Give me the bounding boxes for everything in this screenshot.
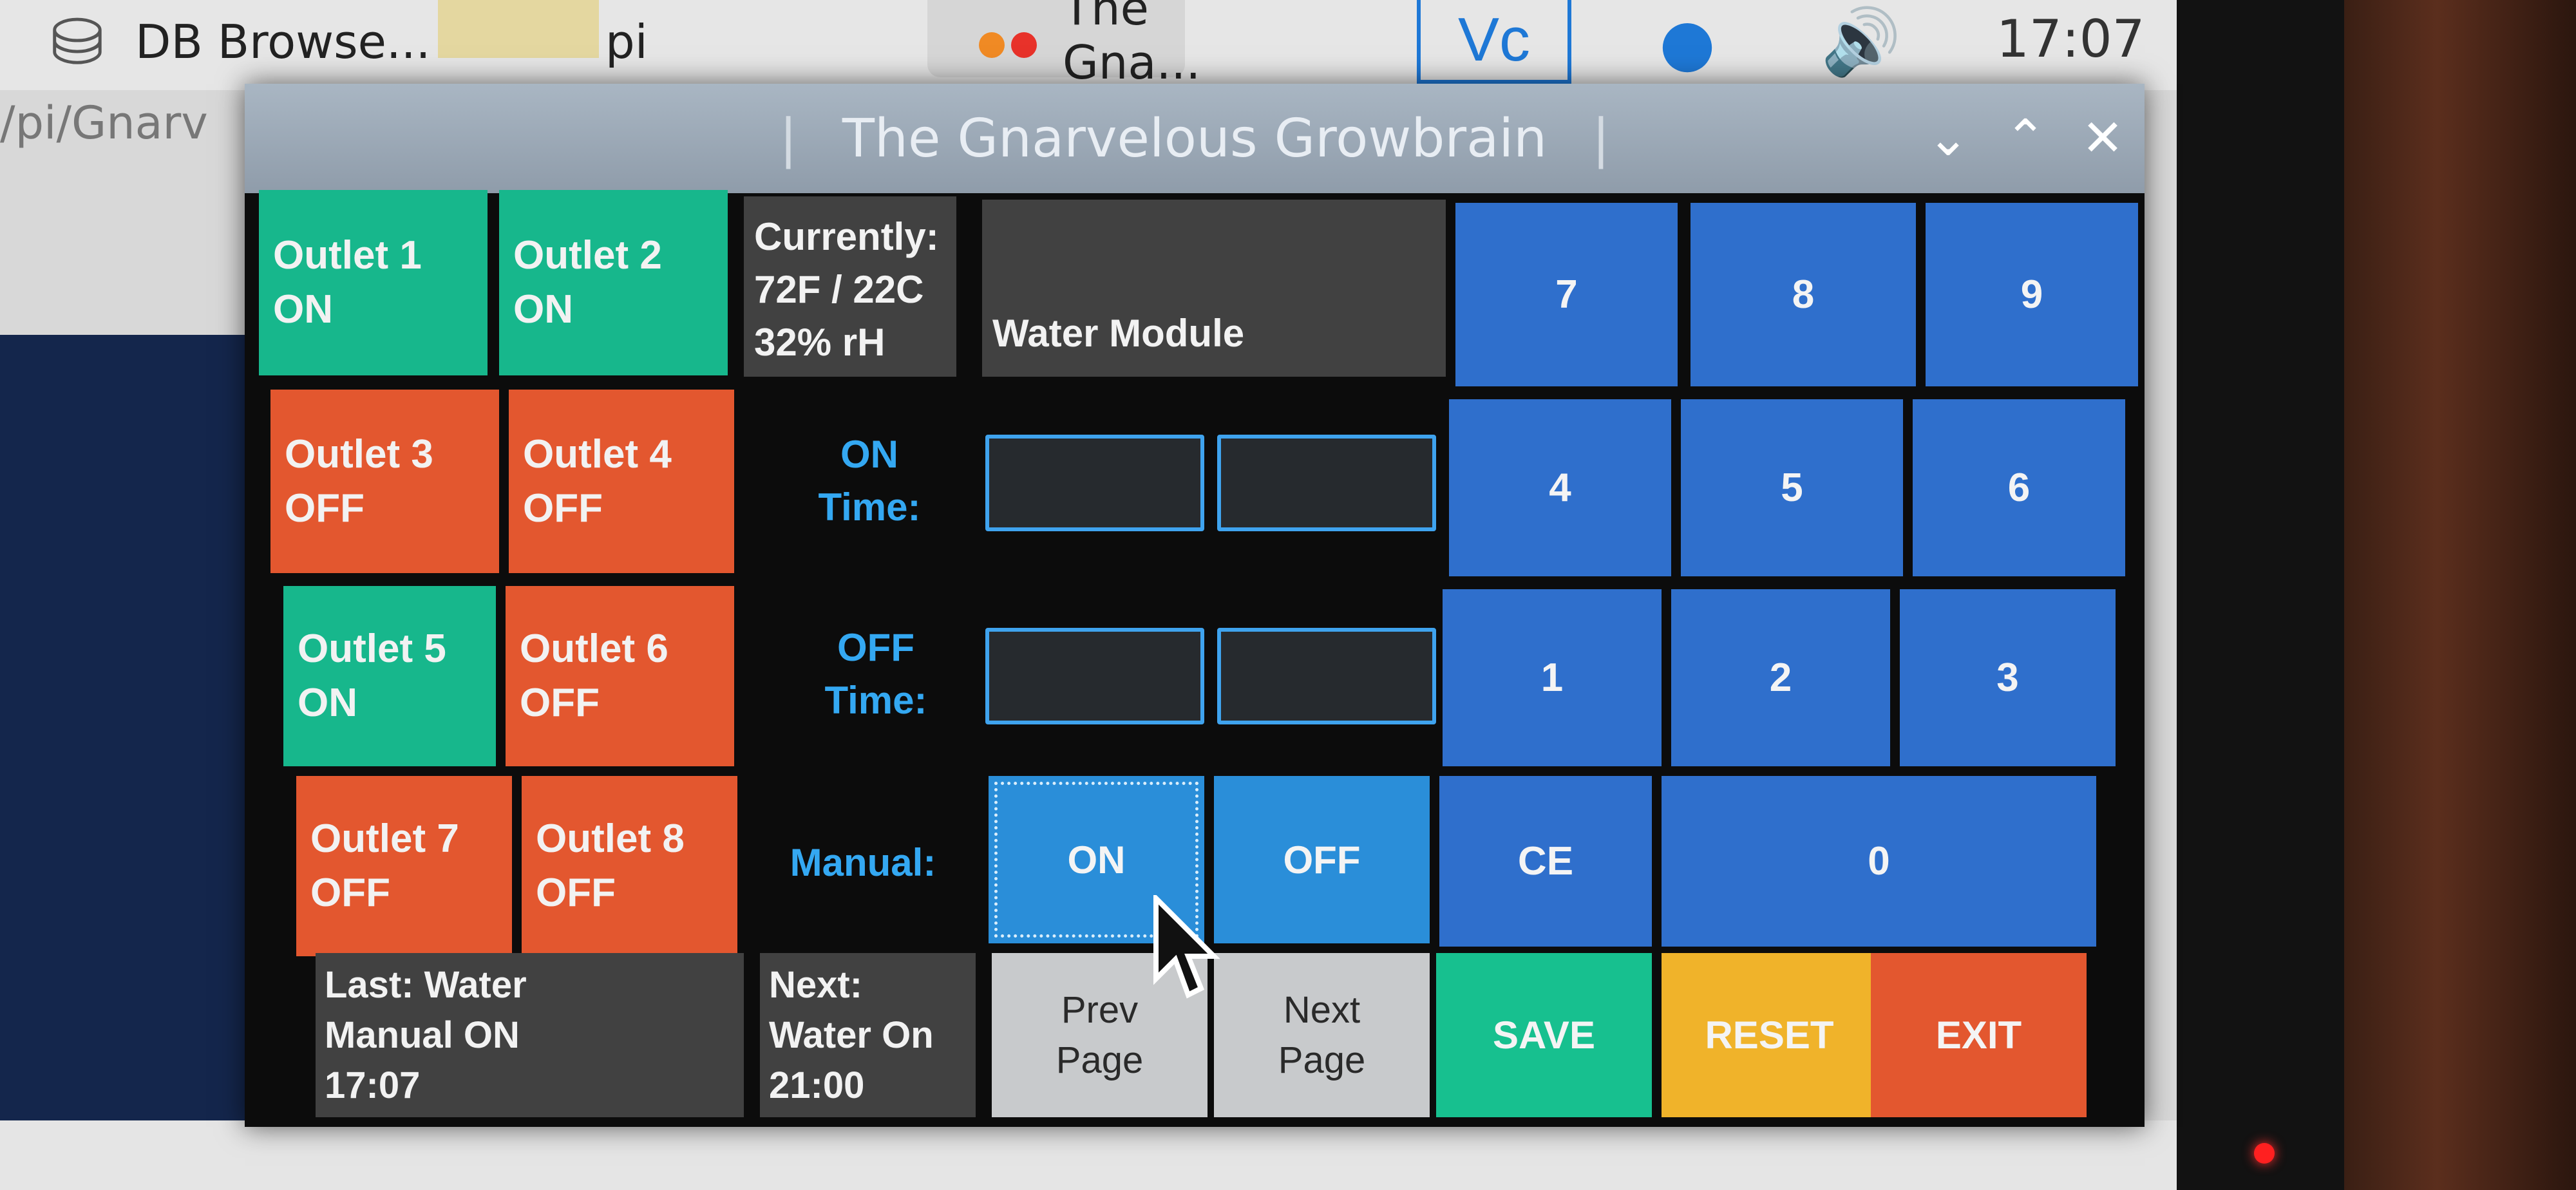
last-event-time: 17:07 <box>325 1064 421 1106</box>
keypad-6-button[interactable]: 6 <box>1913 399 2125 576</box>
outlet-5-button[interactable]: Outlet 5 ON <box>283 586 496 766</box>
outlet-state: ON <box>273 287 333 332</box>
outlet-2-button[interactable]: Outlet 2 ON <box>499 190 728 375</box>
outlet-state: ON <box>298 681 357 725</box>
keypad-5-button[interactable]: 5 <box>1681 399 1903 576</box>
taskbar-item-db-browser[interactable]: DB Browse... <box>135 0 431 84</box>
exit-button[interactable]: EXIT <box>1871 953 2087 1117</box>
off-time-label-line: Time: <box>824 679 927 722</box>
outlet-name: Outlet 8 <box>536 817 685 861</box>
outlet-name: Outlet 1 <box>273 233 422 278</box>
app-dot-icon <box>979 32 1005 58</box>
power-led <box>2254 1143 2275 1164</box>
outlet-state: OFF <box>310 871 390 915</box>
outlet-state: OFF <box>285 486 365 531</box>
outlet-state: OFF <box>523 486 603 531</box>
taskbar-item-growbrain: The Gna... <box>1063 0 1201 90</box>
window-title-row: | The Gnarvelous Growbrain | <box>245 84 2145 193</box>
title-bar[interactable]: | The Gnarvelous Growbrain | ⌄ ⌃ ✕ <box>245 84 2145 193</box>
outlet-name: Outlet 6 <box>520 627 668 671</box>
on-hour-field[interactable] <box>985 435 1204 531</box>
manual-off-button[interactable]: OFF <box>1214 776 1430 943</box>
outlet-3-button[interactable]: Outlet 3 OFF <box>270 390 499 573</box>
next-page-button[interactable]: Next Page <box>1214 953 1430 1117</box>
save-button[interactable]: SAVE <box>1436 953 1652 1117</box>
folder-icon[interactable] <box>438 0 599 58</box>
current-heading: Currently: <box>754 215 939 258</box>
next-event-line: Water On <box>769 1014 934 1056</box>
keypad-8-button[interactable]: 8 <box>1690 203 1916 386</box>
wifi-icon[interactable]: ● <box>1636 0 1739 84</box>
keypad-2-button[interactable]: 2 <box>1671 589 1890 766</box>
outlet-state: OFF <box>520 681 600 725</box>
prev-page-label: Page <box>1056 1039 1144 1081</box>
database-icon[interactable]: ⛁ <box>26 0 129 84</box>
background-window-path: /pi/Gnarv <box>0 97 208 149</box>
keypad-0-button[interactable]: 0 <box>1662 776 2096 947</box>
keypad-3-button[interactable]: 3 <box>1900 589 2116 766</box>
current-conditions-panel: Currently: 72F / 22C 32% rH <box>744 196 956 377</box>
outlet-name: Outlet 4 <box>523 431 672 477</box>
outlet-name: Outlet 2 <box>513 233 662 278</box>
title-separator: | <box>1592 108 1610 169</box>
prev-page-label: Prev <box>1061 988 1139 1031</box>
outlet-state: ON <box>513 287 573 332</box>
outlet-name: Outlet 7 <box>310 817 459 861</box>
reset-button[interactable]: RESET <box>1662 953 1877 1117</box>
keypad-4-button[interactable]: 4 <box>1449 399 1671 576</box>
vnc-icon[interactable]: Vc <box>1417 0 1571 84</box>
keypad-ce-button[interactable]: CE <box>1439 776 1652 947</box>
module-header: Water Module <box>982 200 1446 377</box>
keypad-9-button[interactable]: 9 <box>1926 203 2138 386</box>
keypad-7-button[interactable]: 7 <box>1455 203 1678 386</box>
next-event-panel: Next: Water On 21:00 <box>760 953 976 1117</box>
last-event-panel: Last: Water Manual ON 17:07 <box>316 953 744 1117</box>
last-event-line: Manual ON <box>325 1014 520 1056</box>
minimize-icon[interactable]: ⌄ <box>1913 103 1984 174</box>
volume-icon[interactable]: 🔊 <box>1797 0 1926 84</box>
on-time-label-line: ON <box>840 433 898 476</box>
on-time-label-line: Time: <box>818 486 921 529</box>
manual-label: Manual: <box>790 841 936 884</box>
app-dot-icon <box>1011 32 1037 58</box>
on-time-label: ON Time: <box>773 428 966 544</box>
current-temperature: 72F / 22C <box>754 268 924 311</box>
current-humidity: 32% rH <box>754 321 886 364</box>
last-event-line: Last: Water <box>325 963 527 1006</box>
outlet-4-button[interactable]: Outlet 4 OFF <box>509 390 734 573</box>
clock: 17:07 <box>1996 8 2145 69</box>
taskbar-item-pi[interactable]: pi <box>605 0 648 84</box>
next-page-label: Next <box>1283 988 1361 1031</box>
next-event-time: 21:00 <box>769 1064 865 1106</box>
outlet-6-button[interactable]: Outlet 6 OFF <box>506 586 734 766</box>
outlet-1-button[interactable]: Outlet 1 ON <box>259 190 488 375</box>
off-time-label: OFF Time: <box>779 621 972 737</box>
monitor-bezel <box>2177 0 2344 1190</box>
background-furniture <box>2344 0 2576 1190</box>
mouse-pointer-icon <box>1153 895 1220 999</box>
outlet-name: Outlet 5 <box>298 627 446 671</box>
outlet-8-button[interactable]: Outlet 8 OFF <box>522 776 737 956</box>
maximize-icon[interactable]: ⌃ <box>1990 103 2061 174</box>
outlet-name: Outlet 3 <box>285 431 433 477</box>
module-name: Water Module <box>992 312 1245 355</box>
title-separator: | <box>779 108 797 169</box>
next-event-line: Next: <box>769 963 863 1006</box>
on-minute-field[interactable] <box>1217 435 1436 531</box>
desktop-lower-area <box>0 1120 2177 1190</box>
off-time-label-line: OFF <box>837 626 914 669</box>
outlet-state: OFF <box>536 871 616 915</box>
next-page-label: Page <box>1278 1039 1366 1081</box>
off-hour-field[interactable] <box>985 628 1204 724</box>
off-minute-field[interactable] <box>1217 628 1436 724</box>
taskbar: ⛁ DB Browse... pi The Gna... Vc ● 🔊 17:0… <box>0 0 2177 90</box>
window-title: The Gnarvelous Growbrain <box>842 108 1548 169</box>
close-icon[interactable]: ✕ <box>2067 103 2138 174</box>
outlet-7-button[interactable]: Outlet 7 OFF <box>296 776 512 956</box>
taskbar-item-active[interactable]: The Gna... <box>927 0 1200 90</box>
keypad-1-button[interactable]: 1 <box>1443 589 1662 766</box>
